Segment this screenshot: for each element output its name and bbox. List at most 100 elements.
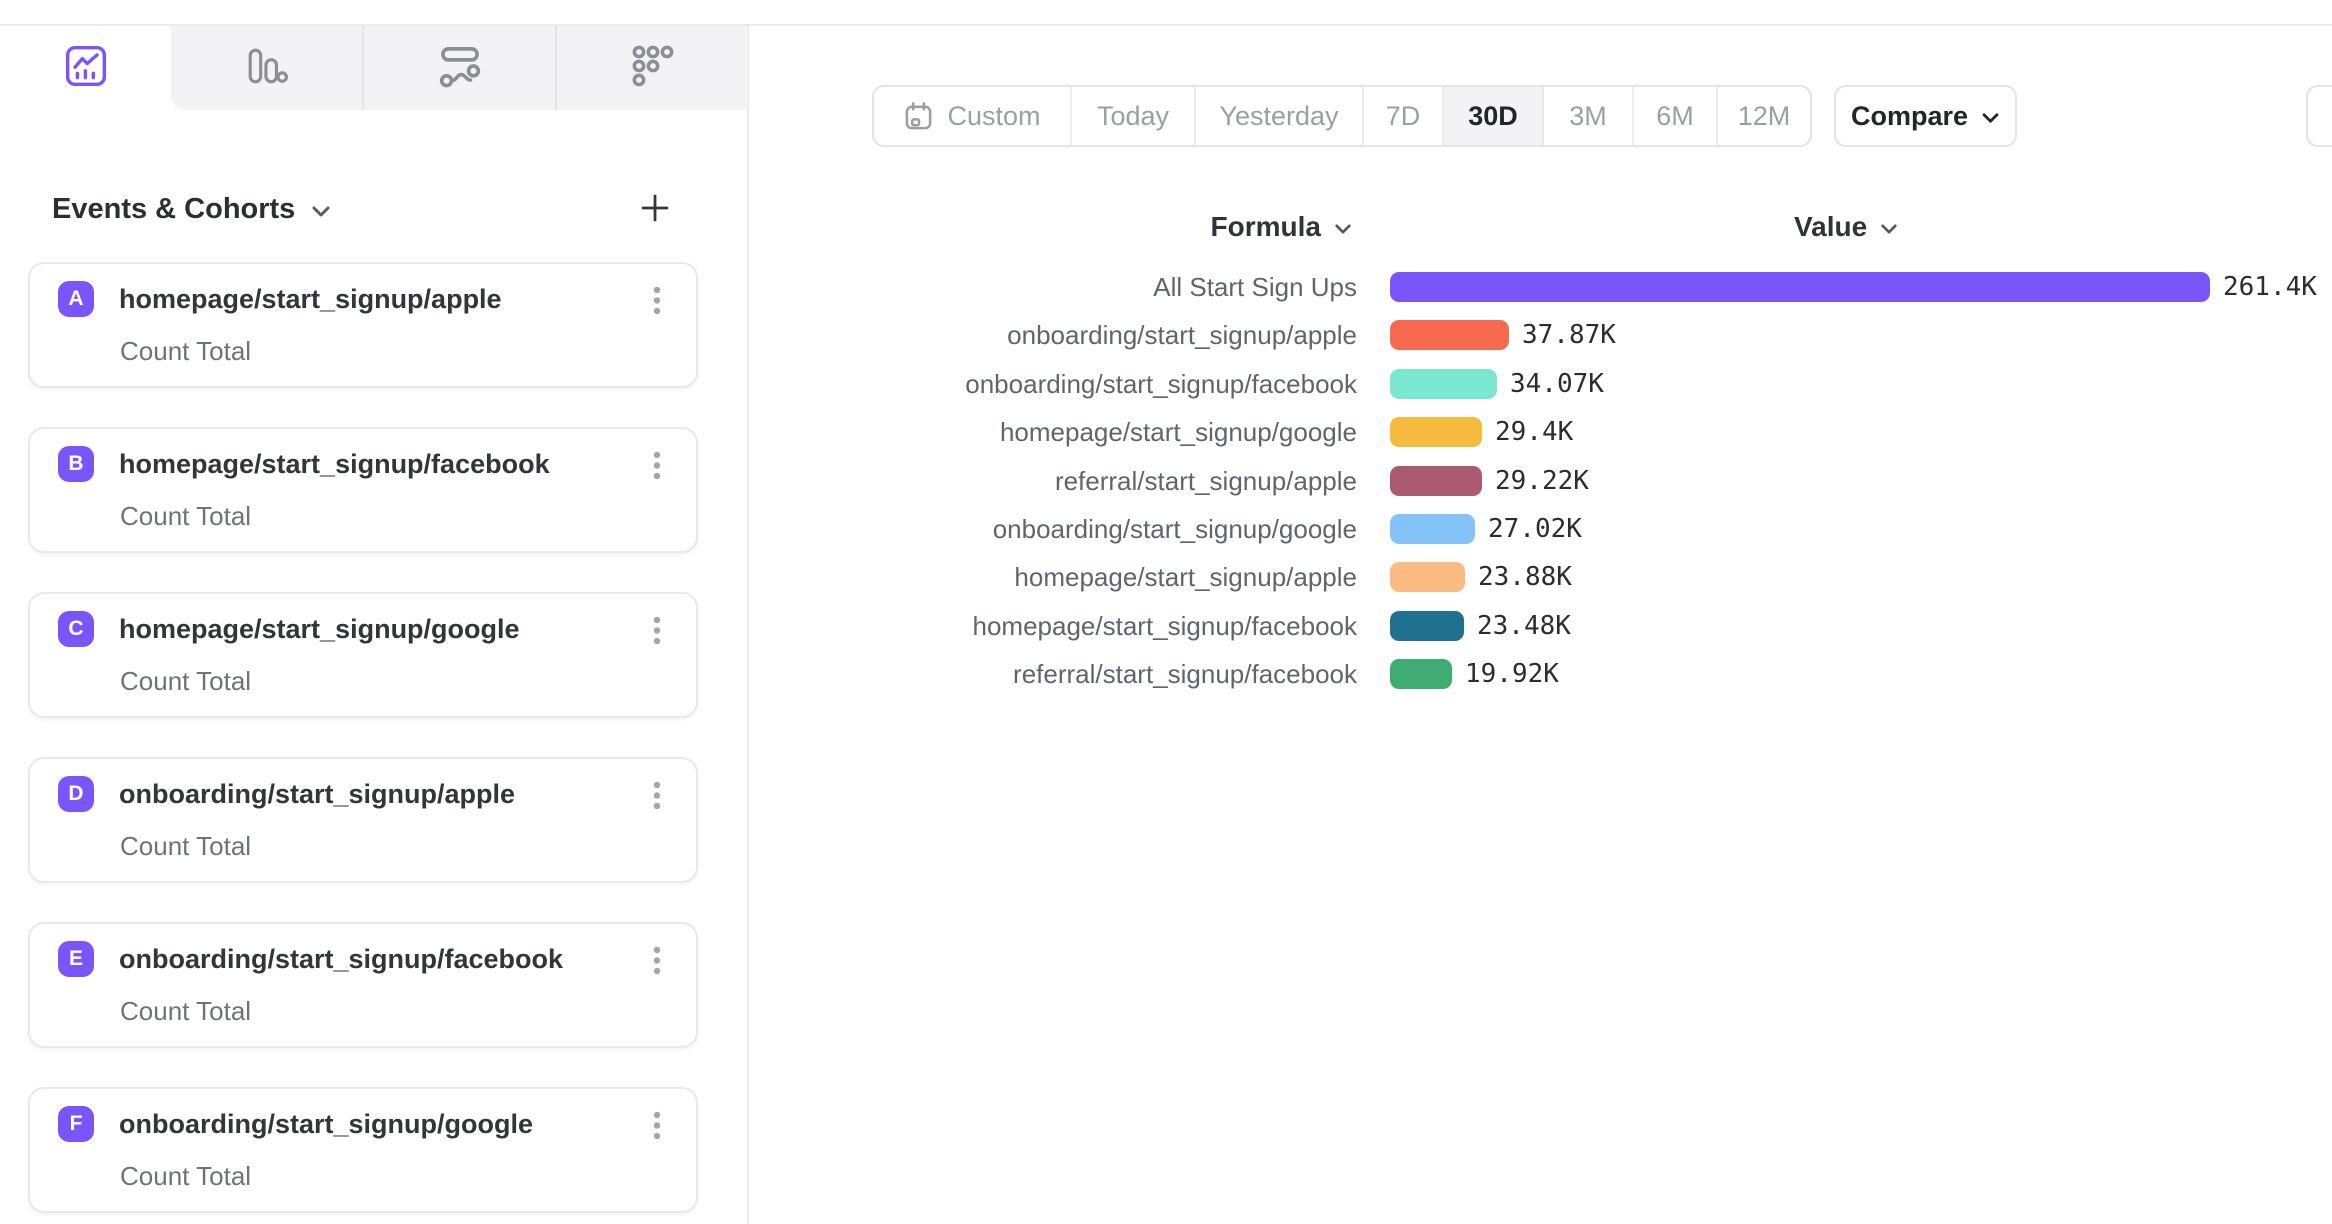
date-range-label: 30D [1468, 101, 1518, 132]
date-range-yesterday[interactable]: Yesterday [1194, 87, 1362, 145]
event-title: onboarding/start_signup/facebook [119, 944, 563, 975]
bar-category-label[interactable]: homepage/start_signup/facebook [900, 611, 1357, 642]
kebab-menu-icon [653, 285, 661, 317]
event-title: homepage/start_signup/facebook [119, 449, 550, 480]
formula-column-header[interactable]: Formula [900, 211, 1352, 243]
bar[interactable] [1390, 514, 1475, 544]
event-aggregation-label[interactable]: Count Total [120, 501, 251, 532]
date-range-3m[interactable]: 3M [1542, 87, 1632, 145]
bar-category-label[interactable]: onboarding/start_signup/apple [900, 320, 1357, 351]
event-aggregation-label[interactable]: Count Total [120, 1161, 251, 1192]
value-header-label: Value [1794, 211, 1867, 243]
event-card[interactable]: Fonboarding/start_signup/google Count Tot… [28, 1087, 698, 1213]
report-type-tabbar [0, 26, 748, 110]
event-title: onboarding/start_signup/apple [119, 779, 515, 810]
bar-row: homepage/start_signup/google29.4K [900, 416, 1573, 448]
tab-retention[interactable] [555, 26, 748, 110]
bar[interactable] [1390, 611, 1464, 641]
kebab-menu-icon [653, 615, 661, 647]
cutoff-edge-button[interactable] [2306, 85, 2332, 147]
bar-row: onboarding/start_signup/google 27.02K [900, 513, 1582, 545]
bar-category-label[interactable]: referral/start_signup/apple [900, 466, 1357, 497]
events-cohorts-header[interactable]: Events & Cohorts [52, 193, 331, 226]
event-card[interactable]: Eonboarding/start_signup/facebook Count T… [28, 922, 698, 1048]
tab-flows[interactable] [362, 26, 555, 110]
event-menu-button[interactable] [644, 945, 670, 977]
compare-label: Compare [1851, 101, 1968, 132]
calendar-icon [903, 101, 934, 132]
event-menu-button[interactable] [644, 615, 670, 647]
flows-icon [438, 44, 482, 93]
bar-row: onboarding/start_signup/facebook 34.07K [900, 368, 1604, 400]
event-badge: B [58, 446, 94, 482]
bar[interactable] [1390, 272, 2210, 302]
bar-category-label[interactable]: onboarding/start_signup/google [900, 514, 1357, 545]
bar[interactable] [1390, 562, 1465, 592]
inactive-tabs-group [171, 26, 748, 110]
retention-icon [632, 45, 674, 92]
chevron-down-icon [1981, 112, 2000, 124]
event-menu-button[interactable] [644, 285, 670, 317]
event-card[interactable]: Bhomepage/start_signup/facebook Count Tot… [28, 427, 698, 553]
event-card[interactable]: Ahomepage/start_signup/apple Count Total [28, 262, 698, 388]
bar-row: homepage/start_signup/facebook23.48K [900, 610, 1571, 642]
date-range-label: Custom [947, 101, 1040, 132]
insights-chart-icon [64, 44, 108, 93]
bar-category-label[interactable]: All Start Sign Ups [900, 272, 1357, 303]
bar-category-label[interactable]: homepage/start_signup/google [900, 417, 1357, 448]
kebab-menu-icon [653, 1110, 661, 1142]
tab-funnels[interactable] [171, 26, 362, 110]
event-aggregation-label[interactable]: Count Total [120, 666, 251, 697]
event-badge: C [58, 611, 94, 647]
date-range-6m[interactable]: 6M [1632, 87, 1716, 145]
bar-row: referral/start_signup/apple29.22K [900, 465, 1589, 497]
add-event-button[interactable] [632, 186, 678, 230]
event-badge: A [58, 281, 94, 317]
tab-insights[interactable] [0, 26, 171, 110]
event-card[interactable]: Donboarding/start_signup/apple Count Tota… [28, 757, 698, 883]
date-range-12m[interactable]: 12M [1716, 87, 1810, 145]
bar-row: onboarding/start_signup/apple 37.87K [900, 319, 1616, 351]
event-title: homepage/start_signup/google [119, 614, 520, 645]
date-range-30d[interactable]: 30D [1442, 87, 1542, 145]
date-range-label: Today [1097, 101, 1169, 132]
bar-value-label: 19.92K [1465, 659, 1559, 689]
bar[interactable] [1390, 369, 1497, 399]
bar-category-label[interactable]: onboarding/start_signup/facebook [900, 369, 1357, 400]
event-card[interactable]: Chomepage/start_signup/google Count Total [28, 592, 698, 718]
bar-category-label[interactable]: homepage/start_signup/apple [900, 562, 1357, 593]
bar[interactable] [1390, 320, 1509, 350]
events-cohorts-title: Events & Cohorts [52, 193, 295, 226]
event-badge: F [58, 1106, 94, 1142]
bar[interactable] [1390, 417, 1482, 447]
date-range-7d[interactable]: 7D [1362, 87, 1442, 145]
bar-category-label[interactable]: referral/start_signup/facebook [900, 659, 1357, 690]
bar-value-label: 37.87K [1522, 320, 1616, 350]
event-menu-button[interactable] [644, 1110, 670, 1142]
bar-value-label: 34.07K [1510, 369, 1604, 399]
kebab-menu-icon [653, 780, 661, 812]
chevron-down-icon [1334, 223, 1352, 235]
bar-row: referral/start_signup/facebook 19.92K [900, 658, 1559, 690]
event-badge: D [58, 776, 94, 812]
chevron-down-icon [311, 205, 331, 218]
bar[interactable] [1390, 466, 1482, 496]
bar-value-label: 27.02K [1488, 514, 1582, 544]
event-title: homepage/start_signup/apple [119, 284, 502, 315]
value-column-header[interactable]: Value [1794, 211, 1898, 243]
bar-row: homepage/start_signup/apple 23.88K [900, 561, 1572, 593]
date-range-today[interactable]: Today [1070, 87, 1194, 145]
event-menu-button[interactable] [644, 780, 670, 812]
date-range-custom[interactable]: Custom [874, 87, 1070, 145]
bar-value-label: 23.88K [1478, 562, 1572, 592]
bar[interactable] [1390, 659, 1452, 689]
date-range-selector: Custom Today Yesterday7D 30D 3M6M12M [872, 85, 1812, 147]
event-aggregation-label[interactable]: Count Total [120, 336, 251, 367]
event-aggregation-label[interactable]: Count Total [120, 831, 251, 862]
plus-icon [639, 192, 671, 224]
event-aggregation-label[interactable]: Count Total [120, 996, 251, 1027]
compare-button[interactable]: Compare [1834, 85, 2017, 147]
event-menu-button[interactable] [644, 450, 670, 482]
event-title: onboarding/start_signup/google [119, 1109, 533, 1140]
event-badge: E [58, 941, 94, 977]
